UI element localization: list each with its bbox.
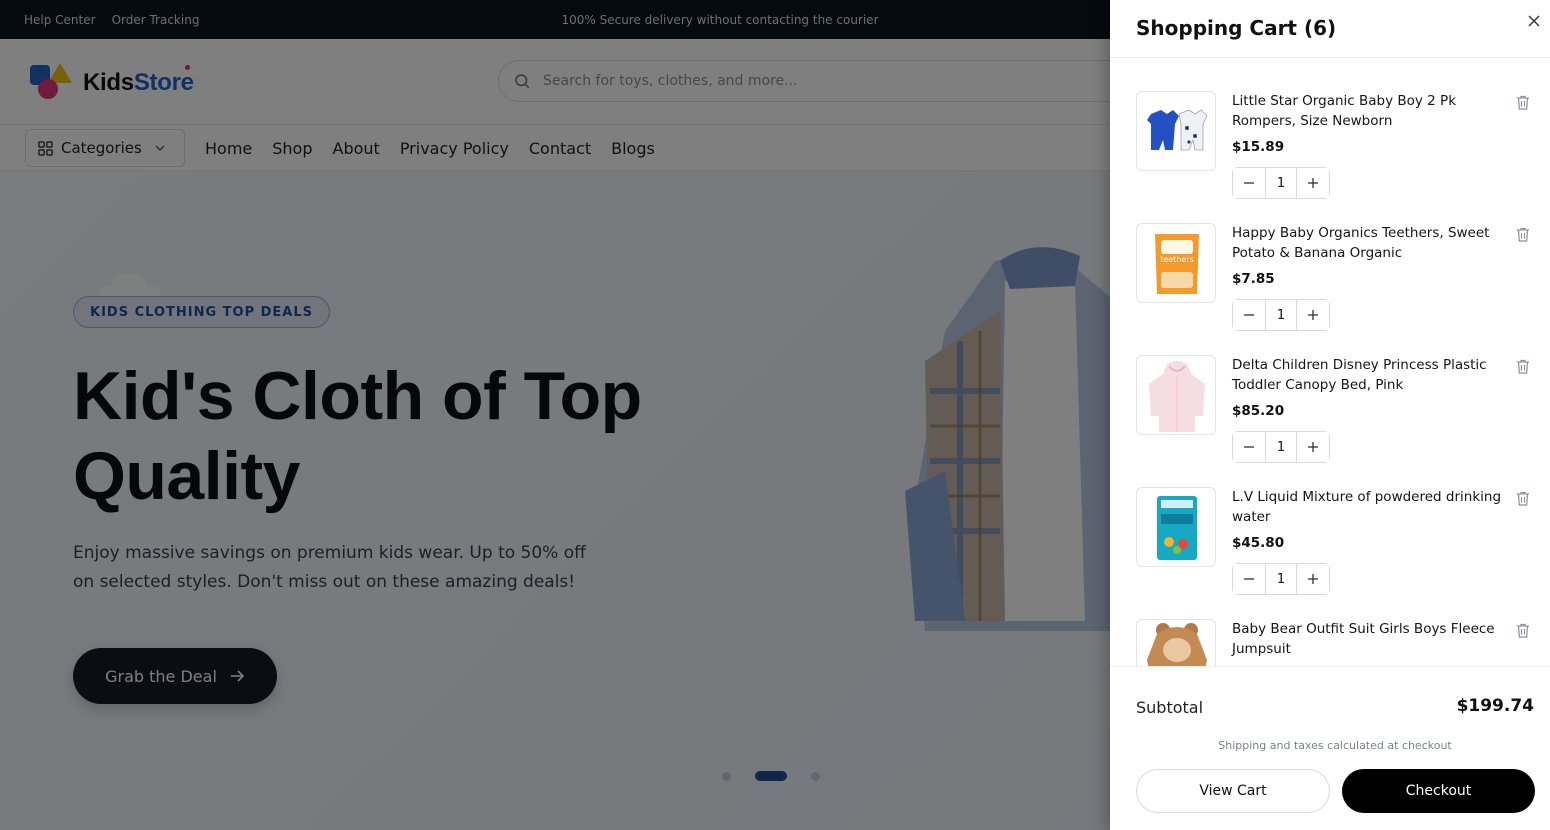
minus-icon: [1244, 182, 1254, 184]
increase-qty-button[interactable]: [1297, 168, 1329, 198]
bear-suit-product-image: [1147, 623, 1207, 666]
svg-text:teethers: teethers: [1160, 255, 1194, 264]
cart-item: L.V Liquid Mixture of powdered drinking …: [1136, 487, 1536, 607]
quantity-stepper: 1: [1232, 563, 1330, 595]
cart-drawer: Shopping Cart (6) Little Star Organic Ba…: [1110, 0, 1550, 830]
cart-header: Shopping Cart (6): [1110, 0, 1550, 58]
trash-icon: [1517, 359, 1529, 374]
quantity-value[interactable]: 1: [1265, 432, 1297, 462]
trash-icon: [1517, 491, 1529, 506]
minus-icon: [1244, 446, 1254, 448]
remove-item-button[interactable]: [1515, 491, 1531, 507]
remove-item-button[interactable]: [1515, 623, 1531, 639]
remove-item-button[interactable]: [1515, 359, 1531, 375]
cart-footer: Subtotal $199.74 Shipping and taxes calc…: [1110, 666, 1550, 830]
item-name[interactable]: L.V Liquid Mixture of powdered drinking …: [1232, 487, 1502, 527]
subtotal-value: $199.74: [1456, 696, 1534, 716]
plus-icon: [1308, 178, 1318, 188]
trash-icon: [1517, 623, 1529, 638]
decrease-qty-button[interactable]: [1233, 432, 1265, 462]
shipping-note: Shipping and taxes calculated at checkou…: [1218, 739, 1452, 752]
item-thumbnail[interactable]: teethers: [1136, 223, 1216, 303]
quantity-value[interactable]: 1: [1265, 300, 1297, 330]
item-thumbnail[interactable]: [1136, 355, 1216, 435]
trash-icon: [1517, 95, 1529, 110]
increase-qty-button[interactable]: [1297, 300, 1329, 330]
quantity-stepper: 1: [1232, 431, 1330, 463]
quantity-value[interactable]: 1: [1265, 564, 1297, 594]
item-thumbnail[interactable]: [1136, 91, 1216, 171]
increase-qty-button[interactable]: [1297, 564, 1329, 594]
cart-item: Delta Children Disney Princess Plastic T…: [1136, 355, 1536, 475]
cart-item: Little Star Organic Baby Boy 2 Pk Romper…: [1136, 91, 1536, 211]
remove-item-button[interactable]: [1515, 227, 1531, 243]
quantity-stepper: 1: [1232, 167, 1330, 199]
plus-icon: [1308, 310, 1318, 320]
item-name[interactable]: Happy Baby Organics Teethers, Sweet Pota…: [1232, 223, 1502, 263]
minus-icon: [1244, 578, 1254, 580]
close-cart-button[interactable]: [1526, 14, 1542, 30]
close-icon: [1528, 15, 1540, 27]
trash-icon: [1517, 227, 1529, 242]
romper-product-image: [1147, 109, 1208, 151]
decrease-qty-button[interactable]: [1233, 564, 1265, 594]
pink-hoodie-product-image: [1149, 361, 1205, 432]
quantity-value[interactable]: 1: [1265, 168, 1297, 198]
item-name[interactable]: Little Star Organic Baby Boy 2 Pk Romper…: [1232, 91, 1502, 131]
item-name[interactable]: Baby Bear Outfit Suit Girls Boys Fleece …: [1232, 619, 1502, 659]
item-name[interactable]: Delta Children Disney Princess Plastic T…: [1232, 355, 1502, 395]
cart-item: teethers Happy Baby Organics Teethers, S…: [1136, 223, 1536, 343]
increase-qty-button[interactable]: [1297, 432, 1329, 462]
decrease-qty-button[interactable]: [1233, 168, 1265, 198]
teethers-product-image: teethers: [1155, 234, 1199, 294]
remove-item-button[interactable]: [1515, 95, 1531, 111]
item-price: $45.80: [1232, 535, 1285, 551]
modal-backdrop[interactable]: [0, 0, 1110, 830]
drink-mix-product-image: [1157, 496, 1197, 560]
decrease-qty-button[interactable]: [1233, 300, 1265, 330]
item-price: $15.89: [1232, 139, 1285, 155]
subtotal-label: Subtotal: [1136, 698, 1204, 717]
item-thumbnail[interactable]: [1136, 487, 1216, 567]
item-price: $7.85: [1232, 271, 1275, 287]
minus-icon: [1244, 314, 1254, 316]
checkout-button[interactable]: Checkout: [1342, 769, 1535, 813]
cart-item: Baby Bear Outfit Suit Girls Boys Fleece …: [1136, 619, 1536, 666]
view-cart-button[interactable]: View Cart: [1136, 769, 1330, 813]
item-thumbnail[interactable]: [1136, 619, 1216, 666]
plus-icon: [1308, 574, 1318, 584]
cart-items-list[interactable]: Little Star Organic Baby Boy 2 Pk Romper…: [1110, 59, 1550, 666]
cart-title: Shopping Cart (6): [1136, 16, 1337, 40]
item-price: $85.20: [1232, 403, 1285, 419]
quantity-stepper: 1: [1232, 299, 1330, 331]
plus-icon: [1308, 442, 1318, 452]
